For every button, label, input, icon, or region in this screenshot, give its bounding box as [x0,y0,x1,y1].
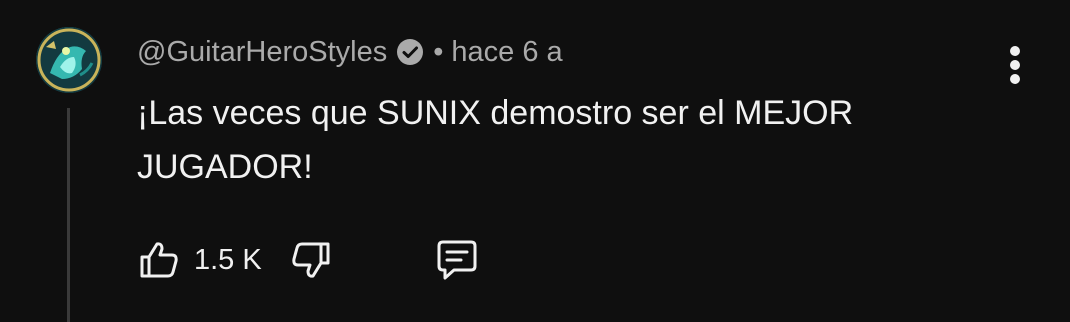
comment-bubble-icon [437,240,477,280]
avatar-image [36,27,102,93]
comment-time[interactable]: hace 6 a [451,36,562,69]
separator-dot: • [433,35,444,68]
comment-text: ¡Las veces que SUNIX demostro ser el MEJ… [137,94,854,186]
author-name[interactable]: @GuitarHeroStyles [137,36,387,69]
like-count: 1.5 K [194,243,262,276]
vertical-ellipsis-icon [1010,46,1020,84]
avatar[interactable] [36,27,102,93]
more-options-button[interactable] [998,40,1032,90]
thumbs-up-outline-icon [140,242,178,278]
like-button[interactable] [136,237,182,283]
dislike-button[interactable] [288,237,334,283]
reply-button[interactable] [432,237,482,283]
comment-actions: 1.5 K [136,232,482,288]
thumbs-down-outline-icon [292,242,330,278]
comment-item: @GuitarHeroStyles • hace 6 a ¡Las veces … [0,0,1070,322]
thread-line [67,108,70,322]
comment-header: @GuitarHeroStyles • hace 6 a [137,30,563,74]
check-badge-icon [395,37,425,67]
